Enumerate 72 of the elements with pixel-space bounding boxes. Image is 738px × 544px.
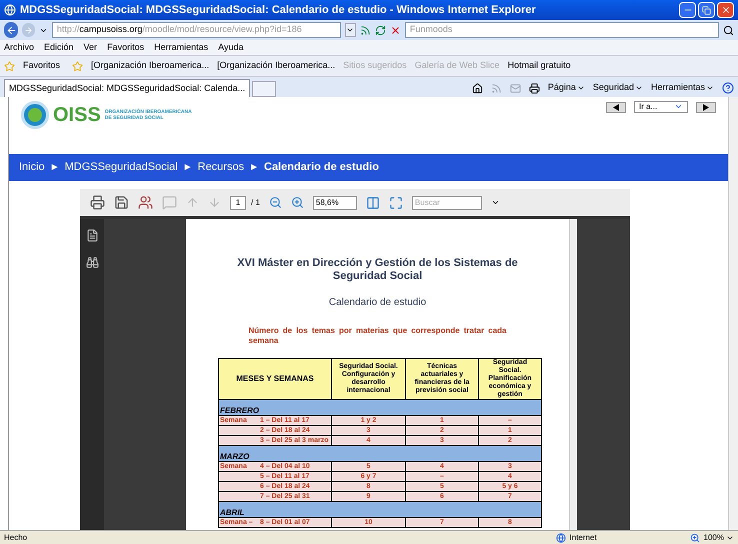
document-note: Número de los temas por materias que corresponde tratar cada semana [248,326,506,346]
zoom-button[interactable]: 100% [704,532,724,544]
caret-icon [346,26,354,34]
breadcrumb-link[interactable]: Inicio [19,159,45,176]
document-title: XVI Máster en Dirección y Gestión de los Sistemas de Seguridad Social [236,257,519,283]
forward-arrow-icon [24,26,34,34]
favorite-link[interactable]: [Organización Iberoamerica... [91,59,210,73]
restore-icon [702,6,711,14]
menu-item[interactable]: Archivo [4,40,34,54]
print-icon[interactable] [90,195,105,210]
browser-tab[interactable]: MDGSSeguridadSocial: MDGSSeguridadSocial: Calenda... [4,79,250,97]
search-icon[interactable] [723,24,734,36]
logo-icon [21,101,49,129]
home-icon[interactable] [472,82,483,94]
command-menu[interactable]: Herramientas [650,81,705,95]
separator-icon: ► [182,160,193,175]
favorite-link[interactable]: [Organización Iberoamerica... [217,59,336,73]
menu-item[interactable]: Ayuda [218,40,244,54]
print-icon[interactable] [528,82,540,94]
globe-icon [556,532,566,542]
page-field[interactable]: 1 [230,196,246,210]
browser-icon [4,4,16,16]
next-button[interactable] [696,102,716,112]
minimize-button[interactable] [679,2,696,18]
column-header: MESES Y SEMANAS [218,358,332,400]
separator-icon: ► [50,160,60,175]
star-icon[interactable] [4,60,15,72]
restore-button[interactable] [698,2,715,18]
breadcrumb-link[interactable]: Recursos [198,159,244,176]
caret-icon [576,84,585,92]
caret-icon [706,84,714,92]
close-button[interactable] [717,2,734,18]
separator-icon: ► [249,160,259,175]
jump-menu[interactable]: Ir a... [634,101,688,113]
previous-button[interactable] [606,102,626,112]
page-count: / 1 [251,196,260,208]
zoom-in-icon[interactable] [290,196,304,209]
refresh-icon[interactable] [374,24,386,36]
command-menu[interactable]: Página [548,81,576,95]
command-menu[interactable]: Seguridad [592,81,634,95]
back-arrow-icon [6,24,17,36]
document-subtitle: Calendario de estudio [328,296,426,310]
menu-item[interactable]: Ver [84,40,98,54]
save-icon[interactable] [114,195,129,210]
favorite-link[interactable]: Hotmail gratuito [508,59,571,73]
menu-item[interactable]: Herramientas [154,40,208,54]
dropdown-button[interactable] [344,23,356,37]
people-icon[interactable] [138,195,153,210]
breadcrumb-link[interactable]: MDGSSeguridadSocial [64,159,178,176]
menu-item[interactable]: Favoritos [107,40,144,54]
zoom-field[interactable]: 58,6% [312,196,357,210]
logo-text: OISS [53,105,101,125]
window-title: MDGSSeguridadSocial: MDGSSeguridadSocial: Calendario de estudio - Windows Internet Explorer [20,2,536,18]
help-icon[interactable] [722,82,734,94]
dropdown-icon[interactable] [490,198,500,207]
right-triangle-icon [703,104,709,110]
stop-icon[interactable] [390,24,401,36]
feed-icon[interactable] [360,24,371,36]
menu-item[interactable]: Edición [44,40,74,54]
zoom-out-icon[interactable] [268,196,282,209]
left-triangle-icon [613,104,619,110]
caret-icon [634,84,643,92]
status-text: Hecho [4,532,28,544]
favorites-button[interactable]: Favoritos [23,59,60,73]
caret-icon [674,102,683,111]
close-icon [720,5,730,15]
binoculars-icon[interactable] [86,256,98,269]
zoom-icon[interactable] [690,532,700,542]
pages-icon[interactable] [86,229,98,242]
back-button[interactable] [4,22,18,38]
zone-text: Internet [570,532,598,544]
address-field[interactable]: http://campusoiss.org/moodle/mod/resource/view.php?id=186 [52,22,341,38]
